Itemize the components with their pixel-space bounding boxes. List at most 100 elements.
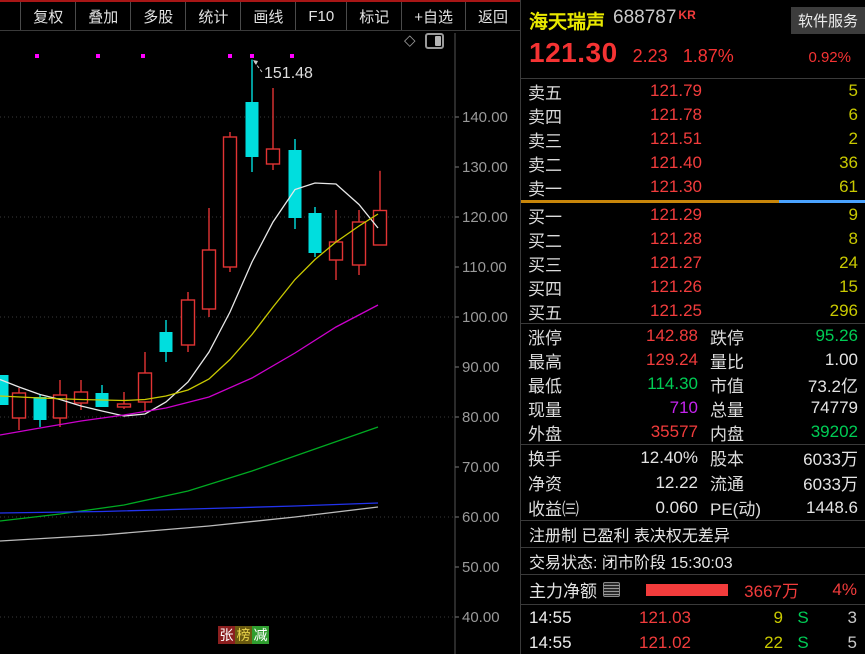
candle-body-down — [288, 150, 302, 218]
toolbar-button-3[interactable]: 统计 — [185, 2, 240, 30]
bid-label: 买五 — [528, 303, 562, 323]
stat-label: 净资 — [528, 475, 562, 494]
price-change-pct: 1.87% — [682, 46, 734, 66]
tick-count: 3 — [847, 607, 857, 627]
bid-volume: 296 — [829, 301, 858, 320]
diamond-icon[interactable]: ◇ — [404, 33, 416, 48]
axis-label: 50.00 — [462, 559, 500, 576]
quote-panel: 海天瑞声 688787 KR 软件服务 121.30 2.23 1.87% 0.… — [520, 0, 865, 654]
bid-row[interactable]: 买四 121.26 15 — [521, 275, 865, 299]
stat-label: 现量 — [528, 400, 562, 420]
candle-body-up — [116, 403, 132, 408]
candle-body-up — [201, 249, 217, 310]
axis-label: 140.00 — [462, 109, 508, 126]
bid-price: 121.25 — [650, 301, 702, 320]
stat-value: 35577 — [650, 422, 698, 441]
bid-label: 买二 — [528, 231, 562, 251]
bid-volume: 9 — [848, 205, 858, 224]
sector-change-pct: 0.92% — [808, 49, 851, 66]
stat-value: 95.26 — [815, 326, 858, 345]
toolbar-button-0[interactable]: 复权 — [20, 2, 75, 30]
axis-label: 90.00 — [462, 359, 500, 376]
marker-dot — [35, 54, 39, 58]
marker-dot — [290, 54, 294, 58]
stock-tag-kr: KR — [678, 8, 696, 22]
sector-badge[interactable]: 软件服务 — [790, 7, 865, 34]
ask-price: 121.79 — [650, 81, 702, 100]
ask-label: 卖一 — [528, 179, 562, 199]
stat-label: 收益㈢ — [528, 500, 579, 519]
marker-dot — [141, 54, 145, 58]
ask-row[interactable]: 卖一 121.30 61 — [521, 175, 865, 199]
axis-label: 120.00 — [462, 209, 508, 226]
tick-row: 14:55 121.02 22 S 5 — [521, 630, 865, 654]
list-icon[interactable] — [603, 582, 620, 597]
tick-price: 121.02 — [639, 632, 691, 652]
ma-line-ma120 — [0, 502, 379, 514]
ask-volume: 2 — [848, 129, 858, 148]
stat-value: 12.22 — [655, 472, 698, 492]
bid-row[interactable]: 买一 121.29 9 — [521, 203, 865, 227]
ask-volume: 6 — [848, 105, 858, 124]
candle-body-down — [245, 102, 259, 157]
stat-label: 总量 — [710, 400, 744, 420]
tick-row: 14:55 121.03 9 S 3 — [521, 605, 865, 630]
high-price-annotation: 151.48 — [264, 65, 313, 82]
stock-code: 688787 — [613, 7, 677, 28]
ask-row[interactable]: 卖四 121.78 6 — [521, 103, 865, 127]
chart-corner-icons: ◇ — [404, 33, 444, 49]
stat-label: 涨停 — [528, 328, 562, 348]
annotation-arrowhead — [253, 60, 258, 65]
axis-label: 70.00 — [462, 459, 500, 476]
stat-row: 外盘 35577 内盘 39202 — [521, 420, 865, 444]
stat-row: 最高 129.24 量比 1.00 — [521, 348, 865, 372]
marker-dot — [250, 54, 254, 58]
bid-price: 121.26 — [650, 277, 702, 296]
bid-row[interactable]: 买五 121.25 296 — [521, 299, 865, 323]
tick-list: 14:55 121.03 9 S 3 14:55 121.02 22 S 5 — [521, 604, 865, 654]
ma-line-ma60 — [0, 426, 379, 522]
listing-flags: 注册制 已盈利 表决权无差异 — [521, 520, 865, 547]
kline-candlestick-chart[interactable]: 140.00 130.00 120.00 110.00 100.00 90.00 80.00… — [0, 0, 520, 654]
ask-row[interactable]: 卖三 121.51 2 — [521, 127, 865, 151]
candle-body-up — [328, 241, 344, 261]
stat-value: 1.00 — [824, 350, 858, 369]
toolbar-button-4[interactable]: 画线 — [240, 2, 295, 30]
main-flow-row: 主力净额 3667万 4% — [521, 574, 865, 604]
stat-label: 最低 — [528, 376, 562, 396]
ask-price: 121.51 — [650, 129, 702, 148]
toolbar-button-8[interactable]: 返回 — [464, 2, 520, 30]
candle-body-up — [180, 299, 196, 346]
ask-price: 121.30 — [650, 177, 702, 196]
toolbar-button-5[interactable]: F10 — [295, 2, 346, 30]
candle-body-down — [159, 332, 173, 352]
bid-volume: 8 — [848, 229, 858, 248]
ask-label: 卖五 — [528, 83, 562, 103]
stat-label: 外盘 — [528, 424, 562, 444]
last-price: 121.30 — [529, 37, 618, 68]
stat-value: 142.88 — [646, 326, 698, 345]
candle-body-up — [265, 148, 281, 165]
toolbar-button-7[interactable]: +自选 — [401, 2, 465, 30]
stat-value: 129.24 — [646, 350, 698, 369]
toolbar-button-2[interactable]: 多股 — [130, 2, 185, 30]
bid-label: 买四 — [528, 279, 562, 299]
ask-row[interactable]: 卖二 121.40 36 — [521, 151, 865, 175]
bid-row[interactable]: 买三 121.27 24 — [521, 251, 865, 275]
stat-value: 12.40% — [640, 447, 698, 467]
stat-label: 流通 — [710, 475, 744, 494]
axis-label: 110.00 — [462, 259, 507, 276]
bid-volume: 15 — [839, 277, 858, 296]
main-flow-pct: 4% — [832, 579, 857, 599]
panel-toggle-icon[interactable] — [424, 33, 444, 49]
bid-row[interactable]: 买二 121.28 8 — [521, 227, 865, 251]
stat-row: 涨停 142.88 跌停 95.26 — [521, 324, 865, 348]
bid-price: 121.29 — [650, 205, 702, 224]
toolbar-button-6[interactable]: 标记 — [346, 2, 401, 30]
marker-dot — [228, 54, 232, 58]
ask-row[interactable]: 卖五 121.79 5 — [521, 79, 865, 103]
toolbar-button-1[interactable]: 叠加 — [75, 2, 130, 30]
stat-value: 0.060 — [655, 497, 698, 517]
bid-volume: 24 — [839, 253, 858, 272]
tick-volume: 22 — [764, 632, 783, 652]
